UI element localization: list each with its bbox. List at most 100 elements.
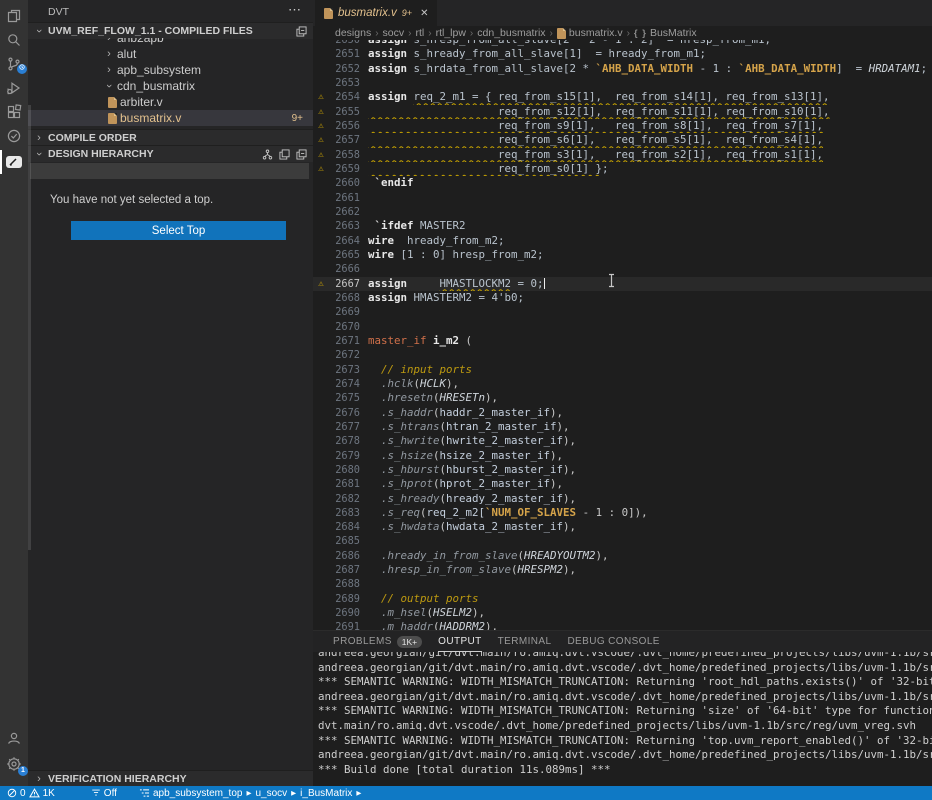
warning-icon[interactable]: ⚠	[313, 105, 329, 119]
code-line-2690[interactable]: 2690 .m_hsel(HSELM2),	[313, 606, 932, 620]
verification-check-icon[interactable]	[0, 124, 28, 148]
filter-status[interactable]: Off	[91, 788, 117, 799]
scope-crumb-i_BusMatrix[interactable]: i_BusMatrix	[300, 788, 352, 799]
copy-icon[interactable]	[279, 149, 290, 160]
code-line-2683[interactable]: 2683 .s_req(req_2_m2[`NUM_OF_SLAVES - 1 …	[313, 506, 932, 520]
code-line-2654[interactable]: ⚠2654assign req_2_m1 = { req_from_s15[1]…	[313, 90, 932, 104]
verification-hierarchy-section-header[interactable]: › VERIFICATION HIERARCHY	[28, 770, 313, 786]
breadcrumb-item-busmatrix-v[interactable]: busmatrix.v	[557, 27, 623, 39]
code-line-2676[interactable]: 2676 .s_haddr(haddr_2_master_if),	[313, 406, 932, 420]
code-line-2661[interactable]: 2661	[313, 191, 932, 205]
collapse-all-icon[interactable]	[296, 26, 307, 37]
collapse-all-icon[interactable]	[296, 149, 307, 160]
code-line-2666[interactable]: 2666	[313, 262, 932, 276]
code-line-2659[interactable]: ⚠2659 req_from_s0[1] };	[313, 162, 932, 176]
code-line-2670[interactable]: 2670	[313, 320, 932, 334]
settings-gear-icon[interactable]: 1	[0, 752, 28, 776]
search-icon[interactable]	[0, 28, 28, 52]
code-line-2660[interactable]: 2660 `endif	[313, 176, 932, 190]
code-line-2663[interactable]: 2663 `ifdef MASTER2	[313, 219, 932, 233]
source-control-icon[interactable]	[0, 52, 28, 76]
code-line-2673[interactable]: 2673 // input ports	[313, 363, 932, 377]
scope-crumb-apb_subsystem_top[interactable]: apb_subsystem_top	[153, 788, 243, 799]
code-line-2656[interactable]: ⚠2656 req_from_s9[1], req_from_s8[1], re…	[313, 119, 932, 133]
code-line-2655[interactable]: ⚠2655 req_from_s12[1], req_from_s11[1], …	[313, 105, 932, 119]
extensions-icon[interactable]	[0, 100, 28, 124]
hierarchy-icon[interactable]	[262, 149, 273, 160]
compiled-files-section-header[interactable]: › UVM_REF_FLOW_1.1 - COMPILED FILES	[28, 22, 313, 39]
close-icon[interactable]: ✕	[420, 8, 428, 19]
warning-icon[interactable]: ⚠	[313, 277, 329, 291]
code-line-2681[interactable]: 2681 .s_hprot(hprot_2_master_if),	[313, 477, 932, 491]
tree-item-alut[interactable]: ›alut	[28, 46, 313, 62]
code-line-2671[interactable]: 2671master_if i_m2 (	[313, 334, 932, 348]
code-line-2678[interactable]: 2678 .s_hwrite(hwrite_2_master_if),	[313, 434, 932, 448]
warning-icon[interactable]: ⚠	[313, 162, 329, 176]
code-line-2668[interactable]: 2668assign HMASTERM2 = 4'b0;	[313, 291, 932, 305]
output-console[interactable]: andreea.georgian/git/dvt.main/ro.amiq.dv…	[313, 652, 932, 786]
scope-crumb-u_socv[interactable]: u_socv	[255, 788, 287, 799]
code-line-2658[interactable]: ⚠2658 req_from_s3[1], req_from_s2[1], re…	[313, 148, 932, 162]
explorer-icon[interactable]	[0, 4, 28, 28]
code-line-2677[interactable]: 2677 .s_htrans(htran_2_master_if),	[313, 420, 932, 434]
code-line-2667[interactable]: ⚠2667assign HMASTLOCKM2 = 0;	[313, 277, 932, 291]
breadcrumb-item-rtl_lpw[interactable]: rtl_lpw	[436, 27, 466, 39]
warning-icon[interactable]: ⚠	[313, 148, 329, 162]
line-number: 2676	[329, 406, 360, 420]
code-line-2665[interactable]: 2665wire [1 : 0] hresp_from_m2;	[313, 248, 932, 262]
breadcrumb-item-cdn_busmatrix[interactable]: cdn_busmatrix	[477, 27, 545, 39]
warning-icon[interactable]: ⚠	[313, 119, 329, 133]
code-editor[interactable]: 2650assign s_hresp_from_all_slave[2 * 2 …	[313, 40, 932, 630]
code-line-2652[interactable]: 2652assign s_hrdata_from_all_slave[2 * `…	[313, 62, 932, 76]
code-line-2669[interactable]: 2669	[313, 305, 932, 319]
more-actions-icon[interactable]: ⋯	[288, 2, 301, 18]
code-line-2664[interactable]: 2664wire hready_from_m2;	[313, 234, 932, 248]
select-top-button[interactable]: Select Top	[71, 221, 286, 240]
code-line-2650[interactable]: 2650assign s_hresp_from_all_slave[2 * 2 …	[313, 40, 932, 47]
code-line-2674[interactable]: 2674 .hclk(HCLK),	[313, 377, 932, 391]
code-line-2662[interactable]: 2662	[313, 205, 932, 219]
tree-item-busmatrix-v[interactable]: busmatrix.v9+	[28, 110, 313, 126]
code-line-2682[interactable]: 2682 .s_hready(hready_2_master_if),	[313, 492, 932, 506]
tree-item-ahb2apb[interactable]: ›ahb2apb	[28, 38, 313, 46]
warning-icon[interactable]: ⚠	[313, 133, 329, 147]
code-line-2680[interactable]: 2680 .s_hburst(hburst_2_master_if),	[313, 463, 932, 477]
code-line-2679[interactable]: 2679 .s_hsize(hsize_2_master_if),	[313, 449, 932, 463]
breadcrumb-item-BusMatrix[interactable]: { }BusMatrix	[634, 27, 697, 39]
tree-item-apb_subsystem[interactable]: ›apb_subsystem	[28, 62, 313, 78]
design-hierarchy-section-header[interactable]: › DESIGN HIERARCHY	[28, 145, 313, 162]
code-line-2689[interactable]: 2689 // output ports	[313, 592, 932, 606]
code-line-2685[interactable]: 2685	[313, 534, 932, 548]
code-line-2688[interactable]: 2688	[313, 577, 932, 591]
run-debug-icon[interactable]	[0, 76, 28, 100]
breadcrumb-item-rtl[interactable]: rtl	[415, 27, 424, 39]
verilog-file-icon	[324, 8, 333, 19]
breadcrumb-item-socv[interactable]: socv	[383, 27, 405, 39]
tree-item-cdn_busmatrix[interactable]: ›cdn_busmatrix	[28, 78, 313, 94]
sidebar-scrollbar[interactable]	[28, 105, 31, 550]
compile-order-section-header[interactable]: › COMPILE ORDER	[28, 129, 313, 146]
code-line-2651[interactable]: 2651assign s_hready_from_all_slave[1] = …	[313, 47, 932, 61]
code-line-2686[interactable]: 2686 .hready_in_from_slave(HREADYOUTM2),	[313, 549, 932, 563]
code-line-2675[interactable]: 2675 .hresetn(HRESETn),	[313, 391, 932, 405]
code-line-2687[interactable]: 2687 .hresp_in_from_slave(HRESPM2),	[313, 563, 932, 577]
account-icon[interactable]	[0, 726, 28, 750]
code-line-2691[interactable]: 2691 .m_haddr(HADDRM2),	[313, 620, 932, 630]
design-scope-status[interactable]: apb_subsystem_top▶u_socv▶i_BusMatrix▶	[139, 788, 361, 799]
breadcrumb-item-designs[interactable]: designs	[335, 27, 371, 39]
panel-tab-terminal[interactable]: TERMINAL	[498, 631, 552, 652]
design-hierarchy-filter-input[interactable]	[30, 163, 309, 179]
panel-tab-problems[interactable]: PROBLEMS1K+	[333, 631, 422, 652]
warning-icon[interactable]: ⚠	[313, 90, 329, 104]
dvt-tool-icon[interactable]	[0, 150, 28, 174]
code-line-2653[interactable]: 2653	[313, 76, 932, 90]
panel-tab-output[interactable]: OUTPUT	[438, 631, 482, 652]
code-line-2672[interactable]: 2672	[313, 348, 932, 362]
code-line-2684[interactable]: 2684 .s_hwdata(hwdata_2_master_if),	[313, 520, 932, 534]
problems-status[interactable]: 0 1K	[7, 788, 55, 799]
tree-item-arbiter-v[interactable]: arbiter.v	[28, 94, 313, 110]
tab-busmatrix[interactable]: busmatrix.v 9+ ✕	[315, 0, 437, 26]
panel-tab-debug-console[interactable]: DEBUG CONSOLE	[567, 631, 659, 652]
code-line-2657[interactable]: ⚠2657 req_from_s6[1], req_from_s5[1], re…	[313, 133, 932, 147]
breadcrumb-separator: ›	[470, 28, 473, 39]
